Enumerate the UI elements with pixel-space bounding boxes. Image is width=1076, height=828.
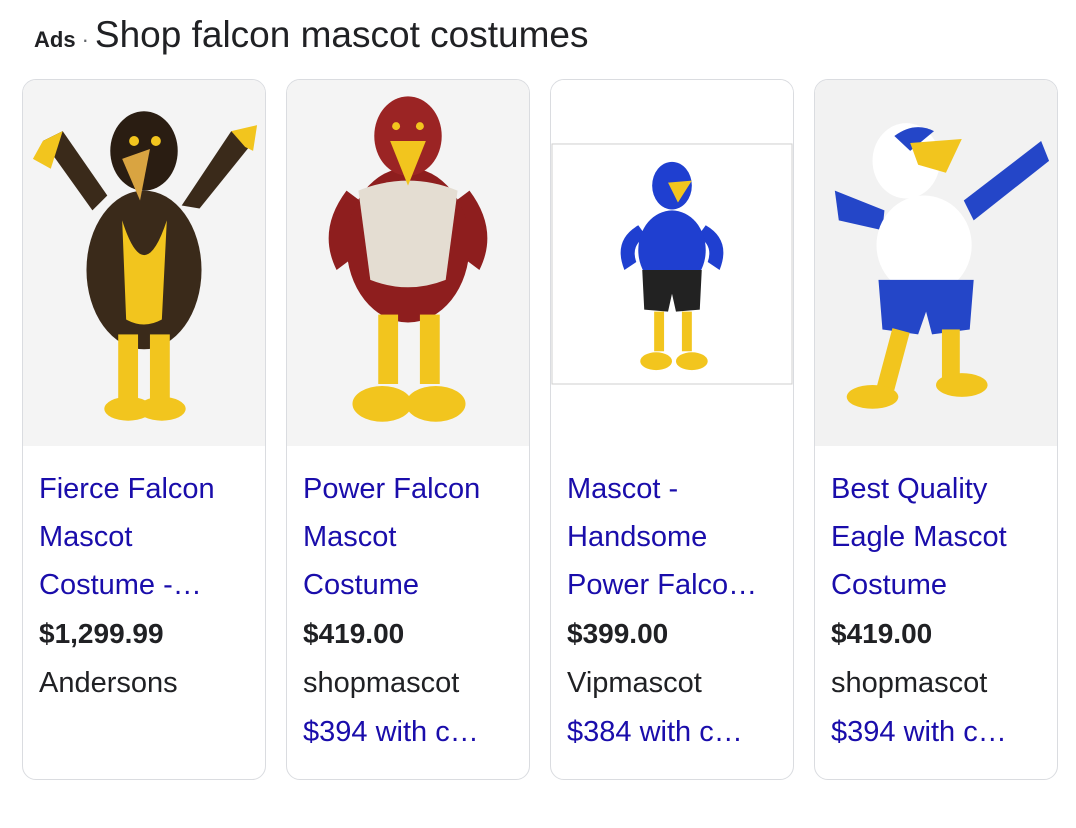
falcon-mascot-image: [32, 111, 258, 421]
product-merchant-2: shopmascot: [303, 667, 460, 699]
ads-label: Ads: [34, 27, 76, 52]
product-price-1: $1,299.99: [39, 618, 164, 649]
title-line[interactable]: Fierce Falcon: [39, 465, 253, 513]
product-title-3[interactable]: Mascot - Handsome Power Falco…: [567, 465, 781, 609]
title-line[interactable]: Eagle Mascot: [831, 513, 1045, 561]
product-promo-2[interactable]: $394 with c…: [303, 716, 479, 749]
product-price-3: $399.00: [567, 618, 669, 649]
product-merchant-1: Andersons: [39, 667, 178, 699]
title-line[interactable]: Costume: [831, 561, 1045, 609]
title-line[interactable]: Power Falcon: [303, 465, 517, 513]
product-image-1[interactable]: [23, 80, 265, 446]
product-promo-4[interactable]: $394 with c…: [831, 716, 1007, 749]
eagle-mascot-image: [834, 123, 1050, 409]
product-image-4[interactable]: [815, 80, 1057, 446]
title-line[interactable]: Costume: [303, 561, 517, 609]
ads-header: Ads · Shop falcon mascot costumes: [34, 14, 588, 62]
product-image-3[interactable]: [551, 80, 793, 446]
title-line[interactable]: Handsome: [567, 513, 781, 561]
product-card-3[interactable]: Mascot - Handsome Power Falco… $399.00 V…: [550, 79, 794, 780]
title-line[interactable]: Mascot -: [567, 465, 781, 513]
product-title-2[interactable]: Power Falcon Mascot Costume: [303, 465, 517, 609]
title-line[interactable]: Costume -…: [39, 561, 253, 609]
product-title-1[interactable]: Fierce Falcon Mascot Costume -…: [39, 465, 253, 609]
page-title: Shop falcon mascot costumes: [94, 14, 589, 55]
product-title-4[interactable]: Best Quality Eagle Mascot Costume: [831, 465, 1045, 609]
title-line[interactable]: Mascot: [39, 513, 253, 561]
product-merchant-4: shopmascot: [831, 667, 988, 699]
falcon-mascot-image: [551, 143, 793, 385]
product-card-1[interactable]: Fierce Falcon Mascot Costume -… $1,299.9…: [22, 79, 266, 780]
product-merchant-3: Vipmascot: [567, 667, 702, 699]
product-price-4: $419.00: [831, 618, 933, 649]
falcon-mascot-image: [328, 96, 488, 422]
product-image-2[interactable]: [287, 80, 529, 446]
product-card-2[interactable]: Power Falcon Mascot Costume $419.00 shop…: [286, 79, 530, 780]
title-line[interactable]: Power Falco…: [567, 561, 781, 609]
title-line[interactable]: Best Quality: [831, 465, 1045, 513]
header-separator: ·: [81, 27, 89, 52]
product-price-2: $419.00: [303, 618, 405, 649]
product-promo-3[interactable]: $384 with c…: [567, 716, 743, 749]
title-line[interactable]: Mascot: [303, 513, 517, 561]
product-card-4[interactable]: Best Quality Eagle Mascot Costume $419.0…: [814, 79, 1058, 780]
